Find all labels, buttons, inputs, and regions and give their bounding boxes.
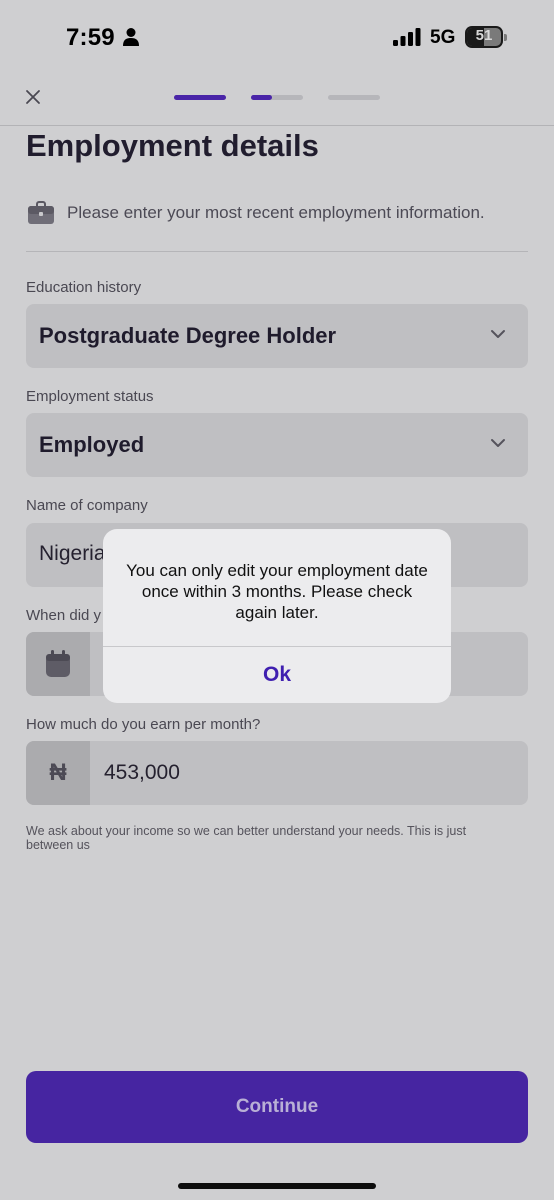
close-icon[interactable] [24,88,42,106]
signal-icon [393,28,421,46]
income-label: How much do you earn per month? [26,716,261,733]
status-time: 7:59 [66,24,115,51]
education-value: Postgraduate Degree Holder [39,323,337,348]
company-value: Nigeria [39,542,106,565]
person-icon [123,28,139,46]
network-type: 5G [430,27,456,48]
naira-icon: ₦ [49,759,67,786]
income-disclaimer: We ask about your income so we can bette… [26,824,467,852]
progress-fill [251,95,272,100]
battery-icon: 51 [465,26,507,48]
calendar-adornment [26,632,90,696]
alert-dialog: You can only edit your employment date o… [103,529,451,703]
briefcase-icon [28,201,54,224]
header-divider [0,125,554,126]
employment-status-select[interactable]: Employed [26,413,528,477]
company-label: Name of company [26,497,148,514]
calendar-icon [46,650,70,677]
start-date-label: When did y [26,607,102,624]
battery-level: 51 [475,27,493,44]
continue-button[interactable]: Continue [26,1071,528,1143]
continue-label: Continue [235,1096,319,1117]
page-title: Employment details [26,128,319,163]
employment-status-value: Employed [39,432,145,457]
chevron-down-icon [491,330,505,338]
currency-adornment: ₦ [26,741,90,805]
ok-button[interactable]: Ok [103,647,451,703]
income-value: 453,000 [104,761,180,784]
alert-message: You can only edit your employment date o… [126,561,428,622]
info-text: Please enter your most recent employment… [67,203,485,222]
progress-fill [174,95,226,100]
progress-step-1 [174,95,226,100]
education-label: Education history [26,279,142,296]
section-divider [26,251,528,252]
chevron-down-icon [491,439,505,447]
education-select[interactable]: Postgraduate Degree Holder [26,304,528,368]
progress-step-3 [328,95,380,100]
home-indicator [178,1183,376,1189]
progress-step-2 [251,95,303,100]
income-input[interactable]: ₦ 453,000 [26,741,528,805]
status-bar: 7:59 5G 51 [0,0,554,76]
employment-status-label: Employment status [26,388,154,405]
